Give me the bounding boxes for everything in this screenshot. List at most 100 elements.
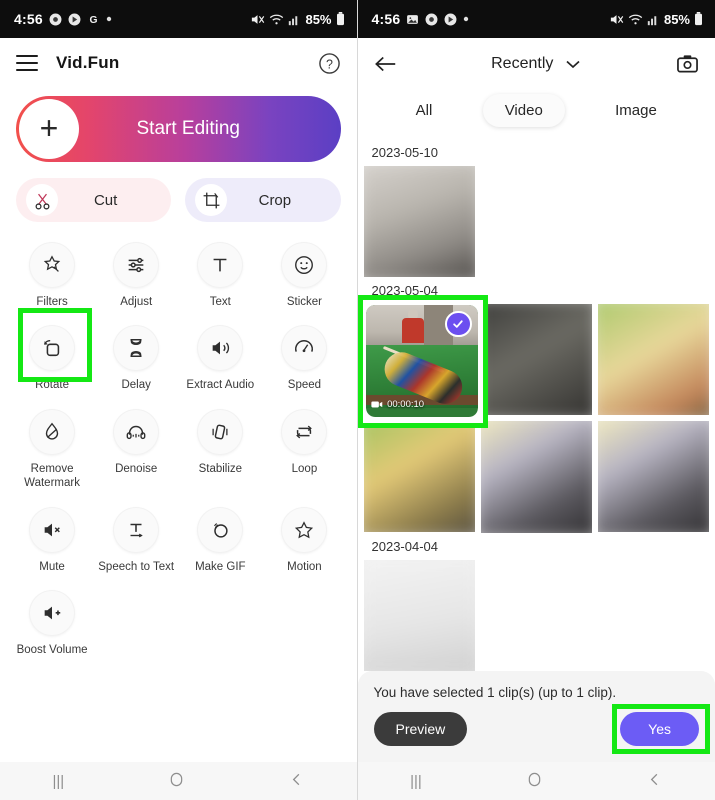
tab-all[interactable]: All [394, 94, 455, 127]
tools-grid: Filters Adjust Text Sticker Rotate Delay… [0, 222, 357, 663]
tool-extract-audio[interactable]: Extract Audio [178, 317, 262, 398]
tool-filters[interactable]: Filters [10, 234, 94, 315]
thumbnail-image [480, 421, 592, 533]
mute-icon [250, 13, 265, 26]
loop-icon [281, 408, 328, 455]
start-editing-button[interactable]: + Start Editing [16, 96, 341, 162]
tool-boost-volume[interactable]: Boost Volume [10, 582, 94, 663]
tool-rotate[interactable]: Rotate [10, 317, 94, 398]
thumbnail-item[interactable] [597, 304, 709, 416]
scissors-icon [26, 184, 58, 216]
check-icon[interactable] [445, 310, 472, 338]
tool-label: Stabilize [198, 462, 243, 475]
cut-button[interactable]: Cut [16, 178, 172, 222]
tool-mute[interactable]: Mute [10, 499, 94, 580]
status-bar-right-group: 85% [250, 12, 344, 27]
home-icon[interactable] [169, 772, 184, 791]
mute-icon [609, 13, 624, 26]
crop-label: Crop [258, 191, 292, 209]
dual-phone-screenshot: 4:56 G 85% Vid.Fun ? + Start Editing Cut… [0, 0, 715, 800]
chevron-down-icon[interactable] [565, 58, 581, 70]
tool-denoise[interactable]: Denoise [94, 401, 178, 497]
thumbnail-item[interactable] [363, 166, 475, 278]
hamburger-icon[interactable] [16, 55, 38, 71]
back-icon[interactable] [289, 772, 304, 791]
tool-text[interactable]: Text [178, 234, 262, 315]
tool-speed[interactable]: Speed [262, 317, 346, 398]
plus-glyph: + [39, 109, 59, 146]
tool-loop[interactable]: Loop [262, 401, 346, 497]
tool-stabilize[interactable]: Stabilize [178, 401, 262, 497]
magic-wand-icon [29, 242, 76, 288]
svg-text:G: G [89, 14, 97, 25]
plus-icon[interactable]: + [19, 99, 79, 159]
battery-percent: 85% [305, 11, 332, 27]
gallery-header: Recently [358, 38, 715, 90]
start-editing-wrap: + Start Editing [0, 88, 357, 162]
chrome-icon [425, 13, 438, 26]
thumbnail-item[interactable] [597, 421, 709, 533]
crop-button[interactable]: Crop [185, 178, 341, 222]
gallery-tabs: All Video Image [358, 90, 715, 139]
thumbnail-item[interactable] [480, 421, 592, 533]
thumbnail-item[interactable] [480, 304, 592, 416]
tool-label: Speech to Text [98, 560, 175, 573]
quick-action-row: Cut Crop [0, 162, 357, 222]
tool-speech-to-text[interactable]: Speech to Text [94, 499, 178, 580]
home-icon[interactable] [527, 772, 542, 791]
cut-label: Cut [93, 191, 118, 209]
wifi-icon [269, 13, 284, 26]
camera-icon[interactable] [665, 54, 699, 75]
yes-button[interactable]: Yes [620, 712, 699, 746]
tool-make-gif[interactable]: Make GIF [178, 499, 262, 580]
video-preview-highlighted: 00:00:10 [365, 305, 478, 417]
tool-motion[interactable]: Motion [262, 499, 346, 580]
date-header: 2023-04-04 [371, 538, 439, 554]
recents-icon[interactable]: ||| [52, 773, 64, 790]
speaker-icon [197, 325, 244, 372]
app-header: Vid.Fun ? [0, 38, 357, 88]
date-header: 2023-05-10 [371, 145, 439, 160]
thumbnail-item[interactable] [363, 421, 475, 533]
help-circle-icon[interactable]: ? [318, 52, 341, 75]
chrome-icon [49, 13, 62, 26]
album-selector[interactable]: Recently [408, 55, 666, 73]
tool-label: Mute [39, 560, 65, 573]
thumbnail-image [480, 304, 592, 416]
tool-remove-watermark[interactable]: Remove Watermark [10, 401, 94, 497]
smiley-icon [281, 242, 328, 288]
tab-image[interactable]: Image [593, 94, 679, 127]
thumbnail-item[interactable] [363, 559, 475, 671]
headphones-icon [113, 408, 160, 455]
app-title: Vid.Fun [56, 53, 120, 72]
play-store-icon [444, 13, 457, 26]
thumbnail-image [597, 421, 709, 533]
thumbnail-grid [358, 559, 715, 671]
battery-icon [694, 12, 703, 26]
recents-icon[interactable]: ||| [410, 773, 422, 790]
tool-label: Rotate [35, 379, 69, 392]
tool-delay[interactable]: Delay [94, 317, 178, 398]
thumbnail-grid [358, 166, 715, 278]
tool-adjust[interactable]: Adjust [94, 234, 178, 315]
video-duration-badge: 00:00:10 [371, 399, 424, 410]
google-g-icon: G [87, 13, 100, 26]
dot-icon [463, 16, 469, 22]
battery-percent: 85% [663, 11, 690, 27]
tool-label: Make GIF [195, 560, 246, 573]
tab-video[interactable]: Video [482, 94, 565, 127]
battery-icon [336, 12, 345, 26]
highlight-thumb-overlay[interactable]: 00:00:10 [365, 305, 478, 417]
preview-button[interactable]: Preview [373, 712, 468, 746]
status-bar-left-group: 4:56 [372, 11, 470, 27]
thumbnail-image [363, 421, 475, 533]
tool-label: Text [209, 296, 231, 308]
thumbnail-image [363, 559, 475, 671]
status-time: 4:56 [371, 11, 401, 27]
mute-speaker-icon [29, 506, 76, 553]
back-icon[interactable] [647, 772, 662, 791]
tool-sticker[interactable]: Sticker [262, 234, 346, 315]
android-nav-left: ||| [0, 762, 357, 800]
android-nav-right: ||| [357, 762, 715, 800]
back-arrow-icon[interactable] [374, 54, 408, 74]
